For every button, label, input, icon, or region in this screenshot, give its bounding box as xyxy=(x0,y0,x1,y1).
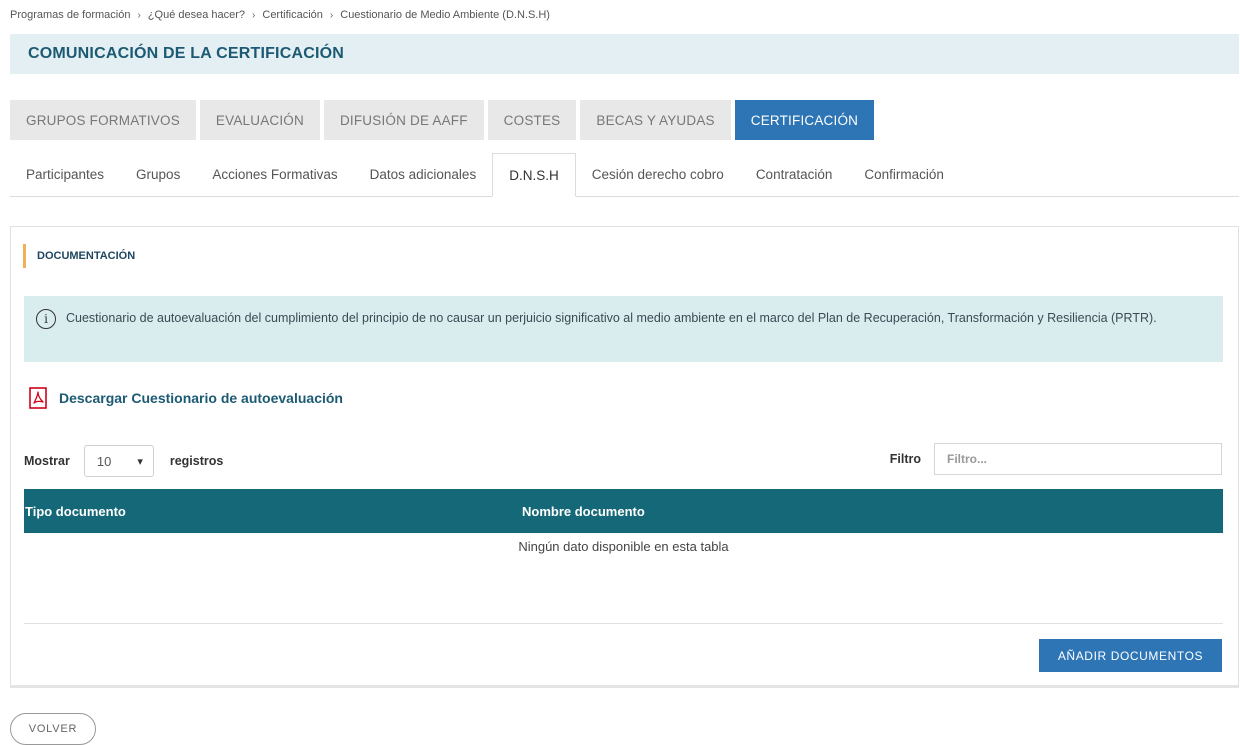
filter-input[interactable] xyxy=(934,443,1222,475)
subtab-acciones-formativas[interactable]: Acciones Formativas xyxy=(196,153,353,196)
info-alert: i Cuestionario de autoevaluación del cum… xyxy=(24,296,1223,362)
page-title-bar: COMUNICACIÓN DE LA CERTIFICACIÓN xyxy=(10,34,1239,74)
filter-control: Filtro xyxy=(890,443,1222,475)
subtab-grupos[interactable]: Grupos xyxy=(120,153,196,196)
page-size-value: 10 xyxy=(96,453,112,469)
breadcrumb-item-current: Cuestionario de Medio Ambiente (D.N.S.H) xyxy=(340,9,550,21)
page-title: COMUNICACIÓN DE LA CERTIFICACIÓN xyxy=(28,45,345,62)
add-documents-button[interactable]: AÑADIR DOCUMENTOS xyxy=(1039,639,1222,672)
subtab-dnsh[interactable]: D.N.S.H xyxy=(492,153,576,197)
column-header-tipo-documento[interactable]: Tipo documento xyxy=(25,504,126,519)
tab-becas-ayudas[interactable]: BECAS Y AYUDAS xyxy=(580,100,731,140)
main-tabs: GRUPOS FORMATIVOS EVALUACIÓN DIFUSIÓN DE… xyxy=(10,100,878,140)
breadcrumb-item-certificacion[interactable]: Certificación xyxy=(262,9,323,21)
subtab-contratacion[interactable]: Contratación xyxy=(740,153,849,196)
tab-difusion-aaff[interactable]: DIFUSIÓN DE AAFF xyxy=(323,100,484,140)
page-size-control: Mostrar 10 ▾ registros xyxy=(24,445,223,477)
table-empty-message: Ningún dato disponible en esta tabla xyxy=(518,539,729,554)
tab-evaluacion[interactable]: EVALUACIÓN xyxy=(199,100,320,140)
breadcrumb-item-que-desea-hacer[interactable]: ¿Qué desea hacer? xyxy=(148,9,245,21)
chevron-right-icon: › xyxy=(252,9,256,21)
tab-grupos-formativos[interactable]: GRUPOS FORMATIVOS xyxy=(10,100,196,140)
chevron-down-icon: ▾ xyxy=(137,455,143,468)
tab-certificacion[interactable]: CERTIFICACIÓN xyxy=(734,100,875,140)
tab-costes[interactable]: COSTES xyxy=(487,100,577,140)
subtab-cesion-derecho-cobro[interactable]: Cesión derecho cobro xyxy=(576,153,740,196)
breadcrumb: Programas de formación › ¿Qué desea hace… xyxy=(10,9,550,21)
show-label: Mostrar xyxy=(24,454,70,468)
back-button[interactable]: VOLVER xyxy=(10,713,96,745)
subtab-confirmacion[interactable]: Confirmación xyxy=(848,153,960,196)
records-label: registros xyxy=(169,454,224,468)
subtab-participantes[interactable]: Participantes xyxy=(10,153,120,196)
divider xyxy=(24,623,1223,624)
filter-label: Filtro xyxy=(889,452,921,466)
info-text: Cuestionario de autoevaluación del cumpl… xyxy=(66,311,1157,325)
info-icon: i xyxy=(36,309,56,329)
documentation-panel: DOCUMENTACIÓN i Cuestionario de autoeval… xyxy=(10,226,1239,688)
download-label: Descargar Cuestionario de autoevaluación xyxy=(59,390,343,406)
table-header: Tipo documento Nombre documento xyxy=(24,489,1223,533)
pdf-icon xyxy=(29,387,47,409)
download-questionnaire-link[interactable]: Descargar Cuestionario de autoevaluación xyxy=(29,387,343,409)
page-size-select[interactable]: 10 ▾ xyxy=(83,445,154,477)
sub-tabs: Participantes Grupos Acciones Formativas… xyxy=(10,153,1239,197)
chevron-right-icon: › xyxy=(329,9,334,21)
chevron-right-icon: › xyxy=(137,9,141,21)
section-title: DOCUMENTACIÓN xyxy=(23,244,135,268)
subtab-datos-adicionales[interactable]: Datos adicionales xyxy=(354,153,493,196)
breadcrumb-item-programas[interactable]: Programas de formación xyxy=(10,9,130,21)
column-header-nombre-documento[interactable]: Nombre documento xyxy=(522,504,645,519)
